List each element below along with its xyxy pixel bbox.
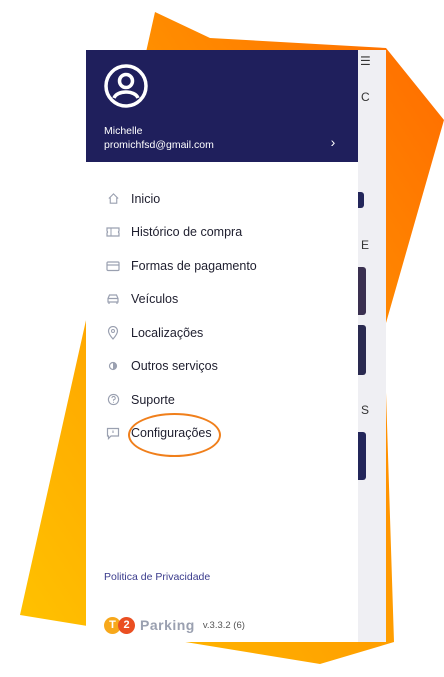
menu-item-label: Configurações [131,426,212,441]
brand-name: Parking [140,617,195,633]
background-text-fragment: C [361,90,370,104]
credit-card-icon [106,259,120,273]
navigation-drawer: Michelle promichfsd@gmail.com › Inicio H… [86,50,358,642]
menu-item-label: Suporte [131,392,175,407]
menu-item-formas-pagamento[interactable]: Formas de pagamento [86,249,358,283]
hamburger-icon[interactable]: ☰ [360,54,371,68]
chevron-right-icon[interactable]: › [326,135,340,149]
background-text-fragment: E [361,238,370,252]
profile-header[interactable]: Michelle promichfsd@gmail.com › [86,50,358,162]
home-icon [106,192,120,206]
background-text-fragment: S [361,403,370,417]
menu-item-label: Inicio [131,191,161,206]
car-icon [106,292,120,306]
menu-item-localizacoes[interactable]: Localizações [86,316,358,350]
menu-item-inicio[interactable]: Inicio [86,182,358,216]
menu-item-veiculos[interactable]: Veículos [86,283,358,317]
brand-footer: T 2 Parking v.3.3.2 (6) [104,616,245,634]
menu-item-label: Localizações [131,325,204,340]
app-version: v.3.3.2 (6) [202,619,245,631]
menu-item-label: Histórico de compra [131,225,243,240]
menu-item-label: Outros serviços [131,359,218,374]
privacy-policy-link[interactable]: Politica de Privacidade [104,571,210,583]
menu-item-configuracoes[interactable]: Configurações [86,417,358,451]
menu-item-label: Formas de pagamento [131,258,257,273]
menu-item-historico[interactable]: Histórico de compra [86,216,358,250]
help-icon [106,393,120,407]
menu-item-suporte[interactable]: Suporte [86,383,358,417]
menu-item-label: Veículos [131,292,179,307]
chat-icon [106,426,120,440]
phone-screen: ☰ C E S Michelle promichfsd@gmail.com › [86,50,386,642]
user-avatar-icon [104,64,148,108]
background-app-page: ☰ C E S [352,50,386,642]
user-name: Michelle [104,125,143,137]
location-pin-icon [106,325,120,340]
drawer-menu: Inicio Histórico de compra Formas de pag… [86,182,358,450]
menu-item-outros-servicos[interactable]: Outros serviços [86,350,358,384]
ticket-icon [106,225,120,239]
user-email: promichfsd@gmail.com [104,139,214,151]
brand-logo-2: 2 [118,616,135,634]
services-icon [106,359,120,373]
